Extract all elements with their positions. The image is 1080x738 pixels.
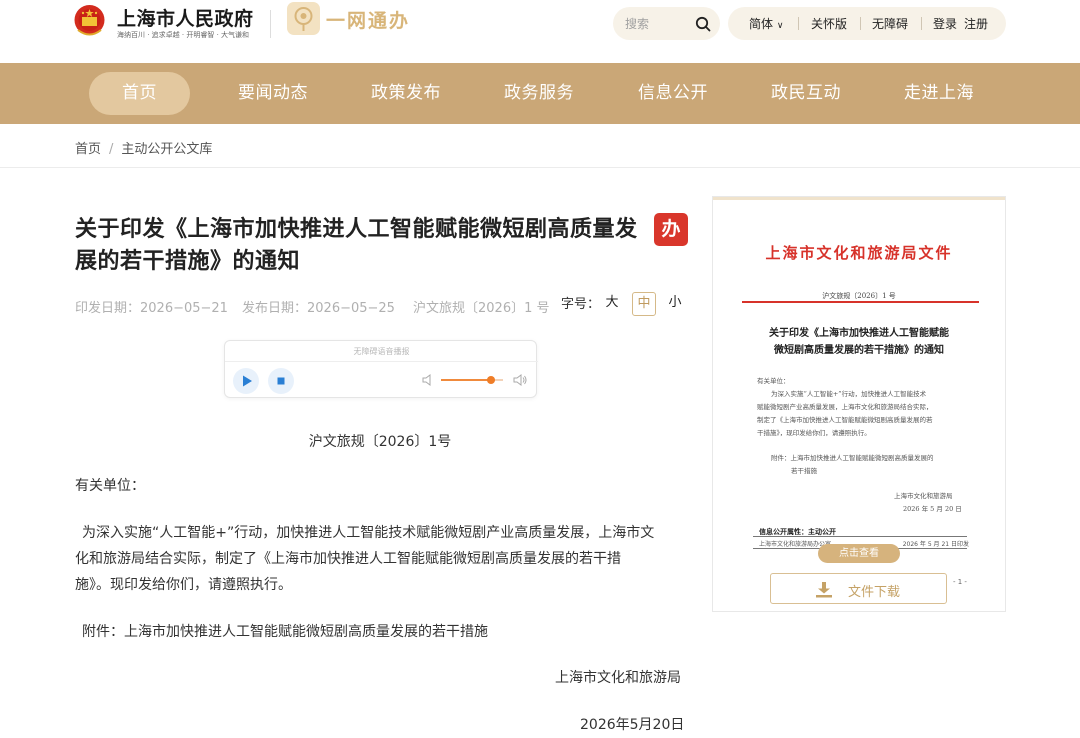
document-number-centered: 沪文旅规〔2026〕1号	[308, 434, 452, 450]
breadcrumb-home[interactable]: 首页	[75, 142, 101, 157]
preview-date: 2026 年 5 月 20 日	[903, 505, 962, 513]
volume-high-icon[interactable]	[513, 373, 528, 387]
card-top-border	[713, 197, 1005, 200]
preview-body-line: 赋能微短剧产业高质量发展，上海市文化和旅游局结合实际，	[757, 403, 933, 411]
preview-title-line: 关于印发《上海市加快推进人工智能赋能	[769, 328, 949, 339]
body-paragraph-line: 为深入实施“人工智能+”行动，加快推进人工智能技术赋能微短剧产业高质量发展，上海…	[82, 525, 655, 541]
attachment-line: 附件：上海市加快推进人工智能赋能微短剧高质量发展的若干措施	[82, 624, 488, 640]
preview-title: 关于印发《上海市加快推进人工智能赋能 微短剧高质量发展的若干措施》的通知	[713, 325, 1005, 359]
site-motto: 海纳百川 · 追求卓越 · 开明睿智 · 大气谦和	[117, 31, 250, 39]
play-icon	[243, 375, 252, 387]
service-badge-icon[interactable]: 办	[654, 213, 688, 246]
preview-attachment-line: 附件：上海市加快推进人工智能赋能微短剧高质量发展的	[771, 454, 934, 462]
search-input[interactable]: 搜索	[625, 15, 649, 32]
nav-item-services[interactable]: 政务服务	[489, 72, 589, 115]
preview-red-line	[742, 301, 979, 303]
preview-issue-date: 2026 年 5 月 21 日印发	[902, 541, 969, 548]
one-net-service-logo-text[interactable]: 一网通办	[326, 6, 410, 33]
elder-mode-link[interactable]: 关怀版	[811, 15, 847, 32]
preview-body-line: 为深入实施“人工智能+”行动，加快推进人工智能技术	[771, 390, 927, 398]
nav-item-disclosure[interactable]: 信息公开	[623, 72, 723, 115]
stop-icon	[277, 377, 285, 385]
chevron-down-icon: ∨	[776, 21, 784, 31]
header-divider	[270, 10, 271, 38]
preview-attachment-line: 若干措施	[791, 467, 817, 475]
volume-low-icon[interactable]	[422, 373, 434, 387]
search-icon[interactable]	[695, 16, 711, 32]
volume-slider[interactable]	[441, 376, 503, 384]
publish-date: 发布日期：2026−05−25	[242, 301, 395, 316]
utility-bar: 简体 ∨ 关怀版 无障碍 登录 注册	[728, 7, 1006, 40]
body-paragraph-line: 施》。现印发给你们，请遵照执行。	[75, 577, 292, 593]
preview-signer: 上海市文化和旅游局	[894, 492, 953, 500]
preview-body-line: 干措施》，现印发给你们，请遵照执行。	[757, 429, 871, 437]
national-emblem-icon[interactable]	[73, 3, 106, 39]
util-divider	[860, 17, 861, 30]
document-number: 沪文旅规〔2026〕1 号	[413, 301, 550, 316]
stop-button[interactable]	[268, 368, 294, 394]
preview-body-line: 制定了《上海市加快推进人工智能赋能微短剧高质量发展的若	[757, 416, 933, 424]
nav-item-policy[interactable]: 政策发布	[356, 72, 456, 115]
preview-rule	[753, 536, 967, 537]
preview-title-line: 微短剧高质量发展的若干措施》的通知	[774, 345, 944, 356]
nav-item-news[interactable]: 要闻动态	[223, 72, 323, 115]
recipient: 有关单位：	[75, 478, 145, 494]
preview-recipient: 有关单位：	[757, 377, 790, 385]
font-size-label: 字号：	[561, 297, 601, 312]
volume-fill	[441, 379, 491, 381]
file-download-label: 文件下载	[848, 585, 901, 600]
login-link[interactable]: 登录	[933, 15, 957, 32]
download-icon	[816, 582, 832, 598]
top-header: 上海市人民政府 海纳百川 · 追求卓越 · 开明睿智 · 大气谦和 一网通办 搜…	[0, 0, 1080, 63]
file-download-button[interactable]: 文件下载	[770, 573, 947, 604]
sign-date: 2026年5月20日	[580, 717, 685, 733]
accessibility-link[interactable]: 无障碍	[872, 15, 908, 32]
issue-date: 印发日期：2026−05−21	[75, 301, 228, 316]
document-preview-card[interactable]: 上海市文化和旅游局文件 沪文旅规〔2026〕1 号 关于印发《上海市加快推进人工…	[712, 196, 1006, 612]
one-net-service-logo-icon[interactable]	[287, 2, 320, 35]
search-box[interactable]: 搜索	[613, 7, 720, 40]
font-size-small-button[interactable]: 小	[663, 292, 687, 316]
util-divider	[921, 17, 922, 30]
view-document-button[interactable]: 点击查看	[818, 544, 900, 563]
breadcrumb-library[interactable]: 主动公开公文库	[121, 142, 212, 157]
font-size-large-button[interactable]: 大	[600, 292, 624, 316]
preview-doc-number: 沪文旅规〔2026〕1 号	[822, 292, 896, 300]
font-size-medium-button[interactable]: 中	[632, 292, 656, 316]
player-divider	[225, 361, 538, 362]
preview-page-number: - 1 -	[953, 578, 967, 586]
breadcrumb: 首页 / 主动公开公文库	[75, 138, 212, 157]
breadcrumb-separator: /	[109, 142, 114, 157]
play-button[interactable]	[233, 368, 259, 394]
register-link[interactable]: 注册	[964, 15, 988, 32]
article-title: 关于印发《上海市加快推进人工智能赋能微短剧高质量发展的若干措施》的通知	[75, 217, 638, 274]
language-select[interactable]: 简体 ∨	[749, 15, 783, 32]
signer: 上海市文化和旅游局	[555, 670, 681, 686]
nav-item-interaction[interactable]: 政民互动	[756, 72, 856, 115]
breadcrumb-divider	[0, 167, 1080, 168]
nav-item-home[interactable]: 首页	[89, 72, 190, 115]
util-divider	[798, 17, 799, 30]
player-label: 无障碍语音播报	[353, 347, 410, 356]
body-paragraph-line: 化和旅游局结合实际，制定了《上海市加快推进人工智能赋能微短剧高质量发展的若干措	[75, 551, 621, 567]
nav-item-about-shanghai[interactable]: 走进上海	[889, 72, 989, 115]
preview-head: 上海市文化和旅游局文件	[765, 244, 953, 262]
volume-knob[interactable]	[486, 376, 495, 384]
audio-player: 无障碍语音播报	[224, 340, 538, 398]
main-nav: 首页 要闻动态 政策发布 政务服务 信息公开 政民互动 走进上海	[0, 63, 1080, 124]
site-title[interactable]: 上海市人民政府	[117, 4, 254, 31]
